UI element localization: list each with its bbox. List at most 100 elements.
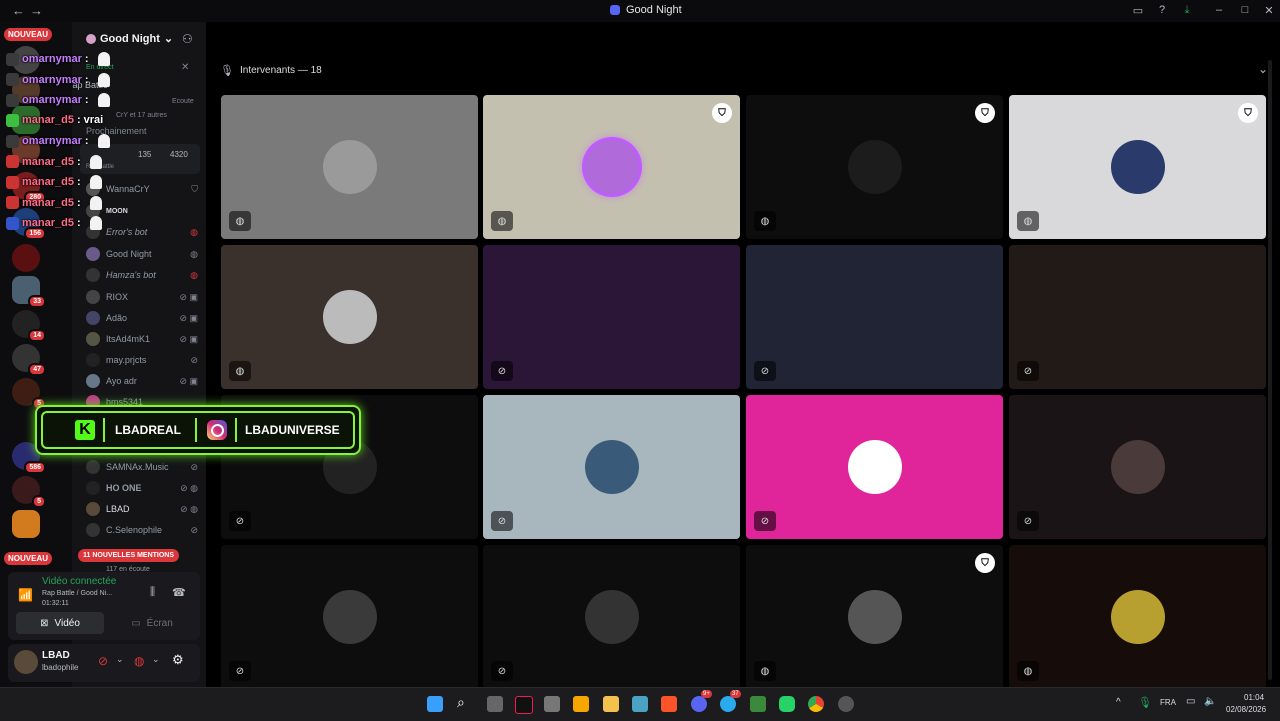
video-tile[interactable]: ⊘ — [483, 545, 740, 689]
voice-user[interactable]: LBAD ⊘ ◍ — [86, 502, 198, 516]
listeners-summary: CrY et 17 autres — [116, 112, 167, 119]
mic-muted-icon[interactable]: ⊘ — [98, 654, 108, 668]
maximize-icon[interactable]: □ — [1238, 4, 1252, 16]
voice-user-name: WannaCrY — [106, 184, 150, 194]
video-tile[interactable]: ⛉ ◍ — [1009, 95, 1266, 239]
chrome-icon[interactable] — [808, 696, 824, 712]
add-member-icon[interactable]: ⚇ — [182, 32, 193, 46]
soundboard-icon[interactable]: ⫼ — [150, 586, 155, 599]
voice-user[interactable]: C.Selenophile ⊘ — [86, 523, 198, 537]
scrollbar[interactable] — [1268, 60, 1272, 680]
chat-message: manar_d5 : — [6, 154, 102, 169]
voice-user-name: may.prjcts — [106, 355, 147, 365]
server-icon[interactable] — [12, 510, 40, 538]
video-tile[interactable]: ⊘ — [483, 245, 740, 389]
video-tile[interactable]: ◍ — [221, 245, 478, 389]
close-icon[interactable]: ✕ — [181, 62, 189, 73]
video-tile[interactable]: ⊘ — [1009, 245, 1266, 389]
server-icon[interactable]: 14 — [12, 310, 46, 342]
settings-icon[interactable] — [544, 696, 560, 712]
video-tile[interactable]: ⊘ — [746, 245, 1003, 389]
video-button[interactable]: ⊠ Vidéo — [16, 612, 104, 634]
chevron-up-icon[interactable]: ^ — [1116, 697, 1121, 708]
chat-message: manar_d5 : — [6, 175, 102, 189]
inbox-icon[interactable]: ▭ — [1131, 4, 1145, 17]
chat-separator: : — [76, 176, 81, 188]
video-tile[interactable]: ⊘ — [483, 395, 740, 539]
clock-date[interactable]: 02/08/2026 — [1226, 705, 1266, 714]
voice-user[interactable]: Good Night ◍ — [86, 247, 198, 261]
voice-user[interactable]: RIOX ⊘ ▣ — [86, 290, 198, 304]
video-tile[interactable]: ⛉ ◍ — [483, 95, 740, 239]
download-icon[interactable]: ⤓ — [1180, 4, 1194, 17]
video-tile[interactable]: ◍ — [1009, 545, 1266, 689]
video-tile[interactable]: ⊘ — [1009, 395, 1266, 539]
kick-handle: LBADREAL — [115, 423, 181, 437]
mic-muted-icon: ⊘ — [491, 661, 513, 681]
voice-user[interactable]: ItsAd4mK1 ⊘ ▣ — [86, 332, 198, 346]
server-header[interactable]: Good Night ⌄ — [86, 32, 173, 45]
chevron-down-icon[interactable]: ⌄ — [116, 654, 124, 665]
task-view-icon[interactable] — [487, 696, 503, 712]
mic-icon[interactable]: 🎙 — [1138, 696, 1152, 709]
new-pill-bottom[interactable]: NOUVEAU — [4, 552, 53, 565]
forward-arrow-icon[interactable]: → — [30, 3, 43, 18]
voice-user[interactable]: HO ONE ⊘ ◍ — [86, 481, 198, 495]
video-tile[interactable]: ⛉ ◍ — [746, 95, 1003, 239]
network-icon[interactable]: ▭ — [1186, 696, 1195, 707]
close-icon[interactable]: ✕ — [1262, 4, 1276, 17]
voice-user[interactable]: Ayo adr ⊘ ▣ — [86, 374, 198, 388]
voice-user[interactable]: Adão ⊘ ▣ — [86, 311, 198, 325]
video-tile[interactable]: ◍ — [221, 95, 478, 239]
telegram-icon[interactable]: 37 — [720, 690, 741, 712]
voice-user-name: Adão — [106, 313, 128, 323]
voice-user[interactable]: MOON — [86, 204, 198, 218]
voice-user[interactable]: may.prjcts ⊘ — [86, 353, 198, 367]
video-tile[interactable]: ⛉ ◍ — [746, 545, 1003, 689]
chevron-down-icon[interactable]: ⌄ — [152, 654, 160, 665]
start-icon[interactable] — [427, 696, 443, 712]
folder-icon[interactable] — [603, 696, 619, 712]
minimize-icon[interactable]: – — [1212, 4, 1226, 16]
app-icon[interactable] — [750, 696, 766, 712]
voice-user[interactable]: Error's bot ◍ — [86, 225, 198, 239]
video-tile[interactable]: ⊘ — [746, 395, 1003, 539]
video-tile[interactable]: ⊘ — [221, 545, 478, 689]
whatsapp-icon[interactable] — [779, 696, 795, 712]
brave-icon[interactable] — [661, 696, 677, 712]
clock-time[interactable]: 01:04 — [1244, 693, 1264, 702]
server-icon[interactable]: 47 — [12, 344, 46, 376]
mic-muted-icon: ⊘ ▣ — [179, 375, 198, 386]
voice-user[interactable]: Hamza's bot ◍ — [86, 268, 198, 282]
voice-user[interactable]: SAMNAx.Music ⊘ — [86, 460, 198, 474]
server-icon[interactable]: 5 — [12, 476, 46, 508]
server-icon[interactable] — [12, 244, 40, 272]
gear-icon[interactable]: ⚙ — [172, 652, 184, 668]
kick-icon: K — [75, 420, 95, 440]
app-icon[interactable] — [838, 696, 854, 712]
voice-user[interactable]: WannaCrY ⛉ — [86, 182, 198, 196]
back-arrow-icon[interactable]: ← — [12, 3, 25, 18]
search-icon[interactable]: ⌕ — [457, 694, 465, 711]
tiktok-icon[interactable] — [515, 696, 533, 714]
screen-share-button[interactable]: ▭ Écran — [108, 612, 196, 634]
deafened-icon: ◍ — [754, 211, 776, 231]
new-pill-top[interactable]: NOUVEAU — [4, 28, 53, 41]
disconnect-icon[interactable]: ☎ — [172, 586, 186, 599]
headphones-deafened-icon[interactable]: ◍ — [134, 654, 144, 668]
window-title: Good Night — [610, 4, 682, 16]
avatar[interactable] — [14, 650, 38, 674]
server-icon[interactable]: 5 — [12, 378, 46, 410]
app-icon[interactable] — [632, 696, 648, 712]
chevron-down-icon[interactable]: ⌄ — [1258, 62, 1268, 76]
voice-channel[interactable]: Rap Battle / Good Ni... — [42, 590, 112, 597]
language-indicator[interactable]: FRA — [1160, 698, 1176, 707]
server-icon[interactable]: 33 — [12, 276, 46, 308]
new-mentions-pill[interactable]: 11 NOUVELLES MENTIONS — [78, 549, 180, 562]
ghost-emote-icon — [89, 154, 102, 169]
discord-icon[interactable]: 9+ — [691, 690, 712, 712]
speaker-icon[interactable]: 🔈 — [1204, 696, 1216, 707]
help-icon[interactable]: ? — [1155, 4, 1169, 16]
avatar — [86, 332, 100, 346]
search-app-icon[interactable] — [573, 696, 589, 712]
